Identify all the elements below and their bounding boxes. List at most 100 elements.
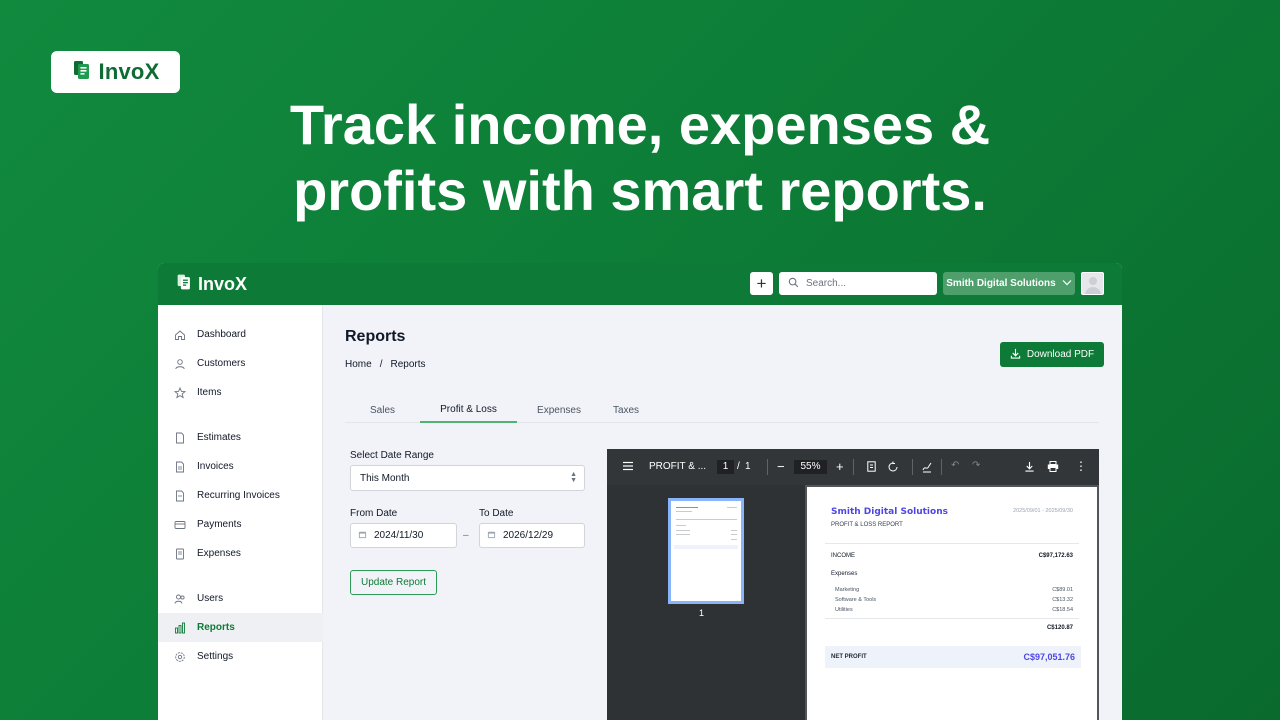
pdf-page: Smith Digital Solutions 2025/09/01 - 202… [807,487,1097,720]
sidebar-item-payments[interactable]: Payments [158,510,323,539]
report-tabs: Sales Profit & Loss Expenses Taxes [345,397,1099,423]
brand-logo: InvoX [51,51,180,93]
tab-expenses[interactable]: Expenses [517,397,601,423]
main-content: Reports Home / Reports Download PDF Sale… [324,305,1122,720]
net-profit-row: NET PROFIT C$97,051.76 [825,646,1081,668]
user-icon [174,358,186,370]
sidebar-item-label: Expenses [197,548,241,559]
to-date-field[interactable]: 2026/12/29 [479,523,585,548]
from-date-label: From Date [350,508,398,519]
date-range-label: Select Date Range [350,450,434,461]
tab-label: Expenses [537,404,581,416]
sidebar-item-label: Reports [197,622,235,633]
add-new-button[interactable]: + [750,272,773,295]
top-bar: InvoX + Search... Smith Digital Solution… [158,263,1122,305]
thumbnail-page-number: 1 [699,608,705,618]
to-date-label: To Date [479,508,514,519]
pdf-page-total: 1 [745,461,751,472]
home-icon [174,329,186,341]
tab-label: Taxes [612,404,640,416]
tab-sales[interactable]: Sales [345,397,420,423]
sidebar-item-label: Dashboard [197,329,246,340]
breadcrumb-separator: / [379,359,383,370]
fit-page-icon[interactable] [867,461,876,475]
headline-line-1: Track income, expenses & [289,93,991,156]
sidebar-item-invoices[interactable]: Invoices [158,452,323,481]
zoom-in-icon[interactable]: + [836,459,844,474]
sidebar-item-label: Estimates [197,432,241,443]
sidebar-item-items[interactable]: Items [158,378,323,407]
sidebar-item-recurring-invoices[interactable]: Recurring Invoices [158,481,323,510]
expense-row: Utilities C$18.54 [835,607,1073,613]
net-profit-label: NET PROFIT [831,654,867,660]
update-report-label: Update Report [360,577,427,588]
tab-label: Profit & Loss [440,403,497,415]
chevron-down-icon [1062,278,1072,289]
search-input[interactable]: Search... [779,272,937,295]
report-dates: 2025/09/01 - 2025/09/30 [1013,508,1073,514]
sidebar: Dashboard Customers Items Estimates Invo… [158,305,323,720]
download-pdf-button[interactable]: Download PDF [1000,342,1104,367]
star-icon [174,386,186,399]
sidebar-item-users[interactable]: Users [158,584,323,613]
menu-icon[interactable] [622,461,634,474]
breadcrumb-current: Reports [390,359,426,370]
company-name: Smith Digital Solutions [946,278,1056,289]
page-thumbnail[interactable] [668,498,744,604]
update-report-button[interactable]: Update Report [350,570,437,595]
sidebar-item-estimates[interactable]: Estimates [158,423,323,452]
page-title: Reports [345,328,406,345]
expense-row: Marketing C$89.01 [835,587,1073,593]
brand-name: InvoX [98,59,160,84]
document-icon [174,461,186,473]
expense-label: Marketing [835,587,860,593]
sidebar-item-settings[interactable]: Settings [158,642,323,671]
pdf-title: PROFIT & ... [649,461,707,472]
credit-card-icon [174,519,186,531]
income-label: INCOME [831,553,855,559]
sidebar-item-reports[interactable]: Reports [158,613,323,642]
invoice-logo-icon [72,59,94,86]
zoom-out-icon[interactable]: − [777,459,785,474]
headline: Track income, expenses & profits with sm… [0,92,1280,224]
download-icon [1010,348,1021,362]
expenses-heading: Expenses [831,571,1073,577]
company-switcher[interactable]: Smith Digital Solutions [943,272,1075,295]
tab-profit-loss[interactable]: Profit & Loss [420,397,517,423]
expense-row: Software & Tools C$13.32 [835,597,1073,603]
more-options-icon[interactable]: ⋮ [1075,459,1087,473]
expenses-total: C$120.87 [1046,625,1073,631]
breadcrumb-home[interactable]: Home [345,359,372,370]
download-pdf-label: Download PDF [1026,349,1095,360]
download-icon[interactable] [1024,461,1035,475]
avatar[interactable] [1081,272,1104,295]
app-logo-name: InvoX [198,273,248,294]
date-range-select[interactable]: This Month ▲ ▼ [350,465,585,491]
sidebar-item-expenses[interactable]: Expenses [158,539,323,568]
undo-icon[interactable]: ↶ [951,460,959,471]
sidebar-item-label: Items [197,387,222,398]
pdf-page-input[interactable]: 1 [717,460,734,474]
tab-taxes[interactable]: Taxes [601,397,651,423]
to-date-value: 2026/12/29 [503,530,554,541]
pdf-viewer: PROFIT & ... 1 / 1 − 55% + ↶ ↷ ⋮ 1 Smith… [607,449,1099,720]
sidebar-item-label: Payments [197,519,242,530]
plus-icon: + [756,273,767,293]
chart-icon [174,622,186,634]
calendar-icon [487,530,496,542]
sidebar-item-customers[interactable]: Customers [158,349,323,378]
sidebar-item-dashboard[interactable]: Dashboard [158,320,323,349]
annotate-icon[interactable] [921,461,933,476]
app-logo[interactable]: InvoX [176,273,247,296]
document-icon [174,490,186,502]
gear-icon [174,651,186,663]
expense-value: C$89.01 [1052,587,1073,593]
receipt-icon [174,548,186,560]
zoom-level[interactable]: 55% [794,460,827,474]
rotate-icon[interactable] [887,461,899,476]
print-icon[interactable] [1047,461,1059,475]
redo-icon[interactable]: ↷ [972,460,980,471]
breadcrumb: Home / Reports [345,359,425,370]
expense-value: C$13.32 [1052,597,1073,603]
from-date-field[interactable]: 2024/11/30 [350,523,457,548]
